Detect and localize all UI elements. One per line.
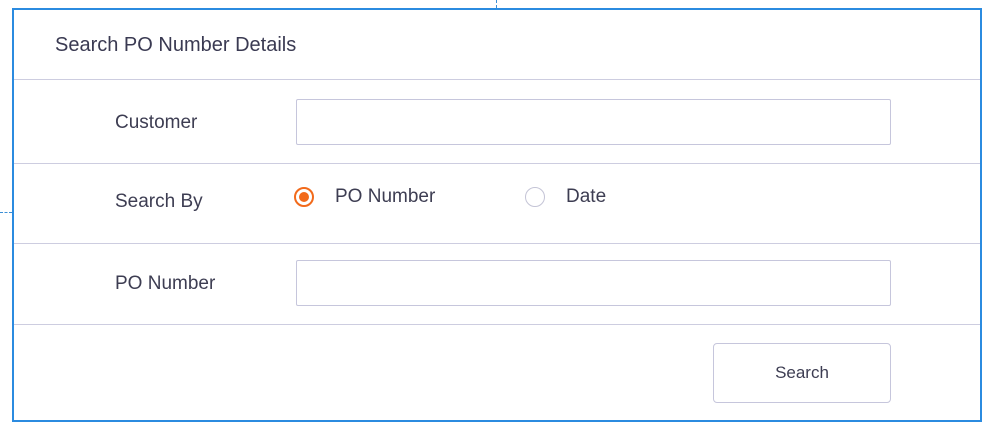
- panel-header: Search PO Number Details: [14, 10, 980, 80]
- search-button[interactable]: Search: [713, 343, 891, 403]
- search-by-label: Search By: [115, 191, 203, 212]
- po-number-row: PO Number: [14, 244, 980, 325]
- layout-guide-horizontal: [0, 212, 12, 213]
- search-by-row: Search By PO Number Date: [14, 164, 980, 244]
- radio-unchecked-icon: [525, 187, 545, 207]
- panel-title: Search PO Number Details: [55, 34, 297, 56]
- radio-po-number-label: PO Number: [335, 186, 436, 207]
- radio-date-label: Date: [566, 186, 607, 207]
- search-po-panel: Search PO Number Details Customer Search…: [12, 8, 982, 422]
- radio-checked-icon: [294, 187, 314, 207]
- radio-date[interactable]: Date: [525, 186, 606, 208]
- customer-label: Customer: [115, 112, 198, 133]
- customer-row: Customer: [14, 80, 980, 164]
- po-number-label: PO Number: [115, 273, 216, 294]
- layout-guide-vertical: [496, 0, 497, 8]
- po-number-input[interactable]: [296, 260, 891, 306]
- customer-input[interactable]: [296, 99, 891, 145]
- radio-dot-icon: [299, 192, 309, 202]
- radio-po-number[interactable]: PO Number: [294, 186, 435, 208]
